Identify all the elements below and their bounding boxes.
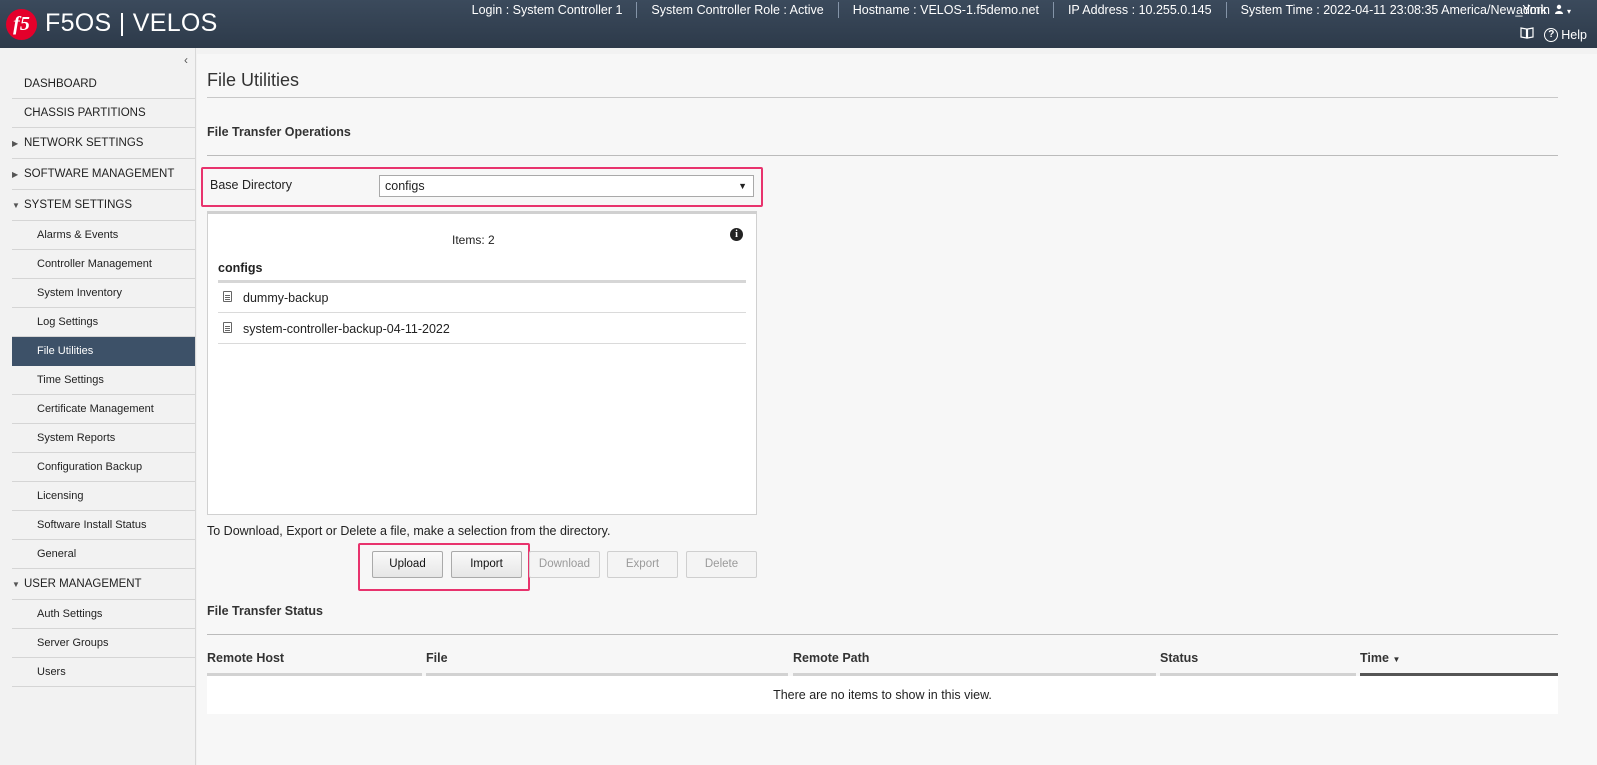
- user-menu[interactable]: admin ▾: [1516, 2, 1571, 20]
- column-remote-host[interactable]: Remote Host: [207, 651, 284, 665]
- caret-right-icon: ▶: [12, 170, 19, 179]
- header-tools: ? Help: [1520, 27, 1587, 42]
- sidebar-item-controller-management[interactable]: Controller Management: [12, 250, 195, 279]
- top-header: f5 F5OS | VELOS Login : System Controlle…: [0, 0, 1597, 48]
- sidebar-item-label: USER MANAGEMENT: [24, 578, 142, 590]
- sidebar-item-system-reports[interactable]: System Reports: [12, 424, 195, 453]
- sidebar: ‹ DASHBOARD CHASSIS PARTITIONS ▶ NETWORK …: [0, 48, 196, 765]
- file-icon: [223, 291, 232, 302]
- user-name: admin: [1515, 3, 1551, 17]
- sidebar-item-server-groups[interactable]: Server Groups: [12, 629, 195, 658]
- section-divider: [207, 634, 1558, 635]
- selection-hint: To Download, Export or Delete a file, ma…: [207, 524, 611, 538]
- dropdown-arrow-icon: ▼: [738, 181, 747, 191]
- sidebar-item-licensing[interactable]: Licensing: [12, 482, 195, 511]
- caret-down-icon: ▼: [12, 201, 20, 210]
- file-row[interactable]: system-controller-backup-04-11-2022: [218, 314, 746, 344]
- caret-right-icon: ▶: [12, 139, 19, 148]
- column-status[interactable]: Status: [1160, 651, 1198, 665]
- delete-button[interactable]: Delete: [686, 551, 757, 578]
- sidebar-item-network-settings[interactable]: ▶ NETWORK SETTINGS: [12, 128, 195, 159]
- sidebar-item-log-settings[interactable]: Log Settings: [12, 308, 195, 337]
- file-row[interactable]: dummy-backup: [218, 283, 746, 313]
- sidebar-item-label: SYSTEM SETTINGS: [24, 199, 132, 211]
- sidebar-item-dashboard[interactable]: DASHBOARD: [12, 70, 195, 99]
- base-directory-label: Base Directory: [210, 178, 292, 192]
- sidebar-item-certificate-management[interactable]: Certificate Management: [12, 395, 195, 424]
- sidebar-nav: DASHBOARD CHASSIS PARTITIONS ▶ NETWORK SE…: [12, 70, 195, 687]
- page-title: File Utilities: [207, 70, 300, 90]
- empty-table-message: There are no items to show in this view.: [773, 688, 992, 702]
- sort-desc-icon: ▼: [1392, 655, 1401, 664]
- export-button[interactable]: Export: [607, 551, 678, 578]
- base-directory-value: configs: [385, 179, 425, 193]
- column-time[interactable]: Time ▼: [1360, 651, 1400, 665]
- file-icon: [223, 322, 232, 333]
- sidebar-item-software-install-status[interactable]: Software Install Status: [12, 511, 195, 540]
- user-icon: [1554, 3, 1567, 17]
- product-name: F5OS | VELOS: [45, 9, 218, 37]
- chevron-down-icon: ▾: [1566, 7, 1571, 16]
- sidebar-item-configuration-backup[interactable]: Configuration Backup: [12, 453, 195, 482]
- items-count: Items: 2: [452, 233, 495, 247]
- column-file[interactable]: File: [426, 651, 448, 665]
- sidebar-item-user-management[interactable]: ▼ USER MANAGEMENT: [12, 569, 195, 600]
- file-browser: Items: 2 i configs dummy-backup system-c…: [207, 211, 757, 515]
- f5-logo: f5: [6, 9, 37, 40]
- sidebar-item-system-settings[interactable]: ▼ SYSTEM SETTINGS: [12, 190, 195, 221]
- help-label: Help: [1561, 27, 1587, 42]
- column-time-label: Time: [1360, 651, 1389, 665]
- info-icon[interactable]: i: [730, 228, 743, 241]
- column-remote-path[interactable]: Remote Path: [793, 651, 869, 665]
- transfer-ops-title: File Transfer Operations: [207, 125, 351, 139]
- upload-button[interactable]: Upload: [372, 551, 443, 578]
- directory-name: configs: [218, 261, 263, 275]
- sidebar-item-label: NETWORK SETTINGS: [24, 137, 144, 149]
- caret-down-icon: ▼: [12, 580, 20, 589]
- sidebar-item-general[interactable]: General: [12, 540, 195, 569]
- section-divider: [207, 155, 1558, 156]
- sidebar-item-label: CHASSIS PARTITIONS: [24, 107, 146, 119]
- system-time: System Time : 2022-04-11 23:08:35 Americ…: [1240, 3, 1547, 17]
- header-info: Login : System Controller 1 System Contr…: [458, 2, 1547, 18]
- login-info: Login : System Controller 1: [458, 2, 638, 18]
- sidebar-item-label: SOFTWARE MANAGEMENT: [24, 168, 175, 180]
- import-button[interactable]: Import: [451, 551, 522, 578]
- book-icon[interactable]: [1520, 27, 1534, 42]
- sidebar-item-alarms-events[interactable]: Alarms & Events: [12, 221, 195, 250]
- sidebar-item-time-settings[interactable]: Time Settings: [12, 366, 195, 395]
- file-name: dummy-backup: [243, 291, 329, 305]
- sidebar-item-chassis-partitions[interactable]: CHASSIS PARTITIONS: [12, 99, 195, 128]
- help-link[interactable]: ? Help: [1544, 27, 1587, 42]
- base-directory-row: Base Directory configs ▼: [207, 173, 756, 199]
- base-directory-select[interactable]: configs ▼: [379, 175, 754, 197]
- help-icon: ?: [1544, 27, 1559, 42]
- transfer-status-title: File Transfer Status: [207, 604, 324, 618]
- sidebar-item-system-inventory[interactable]: System Inventory: [12, 279, 195, 308]
- file-name: system-controller-backup-04-11-2022: [243, 322, 450, 336]
- sidebar-item-software-management[interactable]: ▶ SOFTWARE MANAGEMENT: [12, 159, 195, 190]
- hostname-info: Hostname : VELOS-1.f5demo.net: [839, 2, 1054, 18]
- title-divider: [207, 97, 1558, 98]
- collapse-sidebar-icon[interactable]: ‹: [184, 53, 188, 67]
- sidebar-item-file-utilities[interactable]: File Utilities: [12, 337, 195, 366]
- transfer-status-table-body: There are no items to show in this view.: [207, 676, 1558, 714]
- sidebar-item-auth-settings[interactable]: Auth Settings: [12, 600, 195, 629]
- main-content: File Utilities File Transfer Operations …: [197, 54, 1597, 765]
- ip-info: IP Address : 10.255.0.145: [1054, 2, 1227, 18]
- sidebar-item-label: DASHBOARD: [24, 78, 97, 90]
- role-info: System Controller Role : Active: [637, 2, 839, 18]
- download-button[interactable]: Download: [529, 551, 600, 578]
- sidebar-item-users[interactable]: Users: [12, 658, 195, 687]
